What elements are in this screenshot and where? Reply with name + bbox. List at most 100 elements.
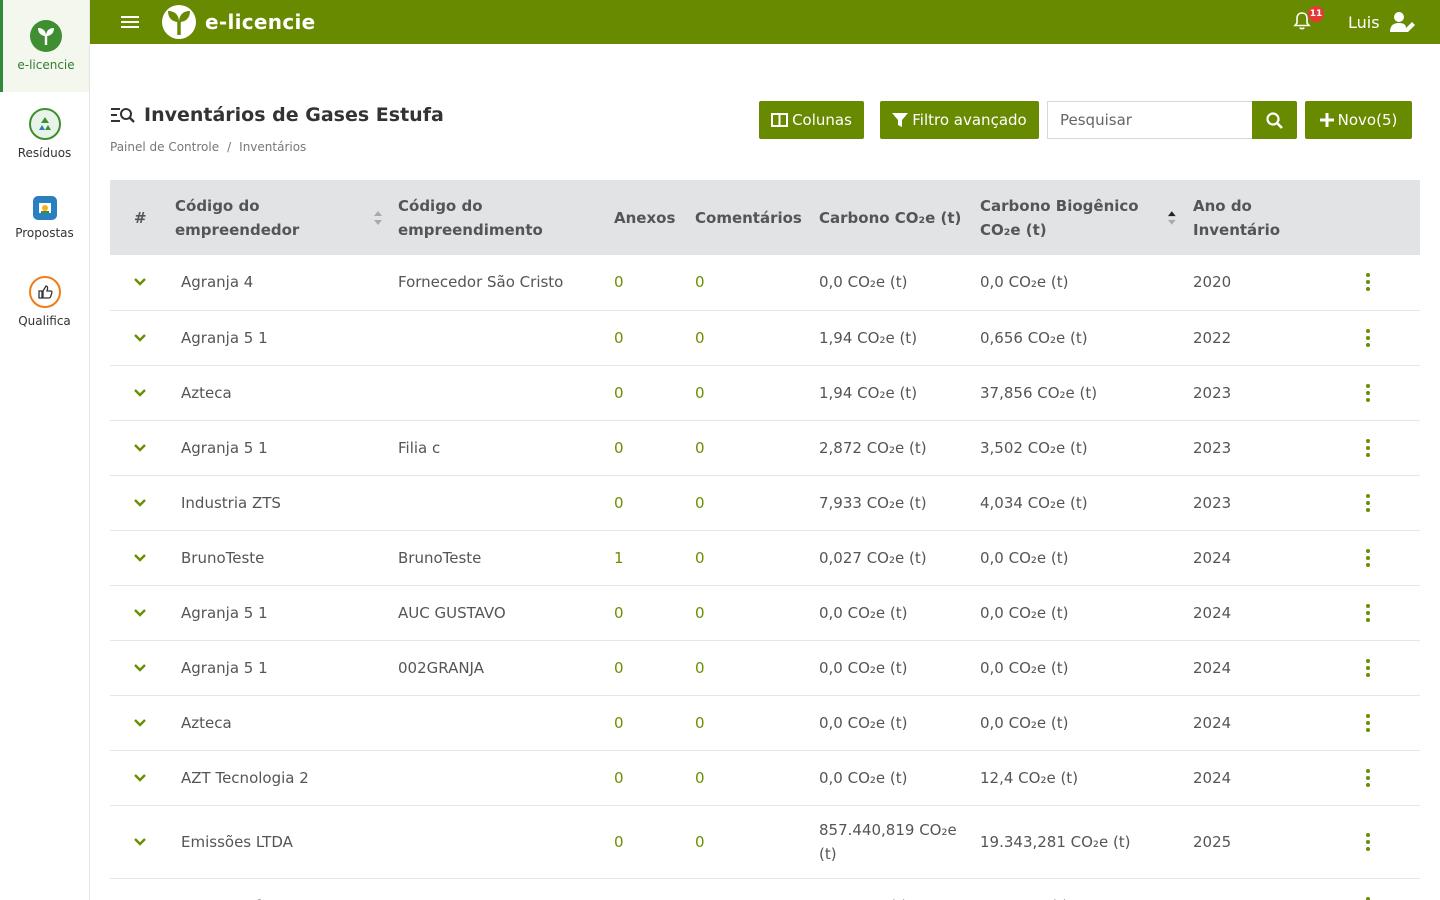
new-button[interactable]: Novo(5) — [1305, 101, 1412, 139]
cell-expand[interactable] — [110, 310, 175, 365]
advanced-filter-button[interactable]: Filtro avançado — [880, 101, 1039, 139]
table-row[interactable]: Industria ZTS 0 0 7,933 CO₂e (t) 4,034 CO₂e … — [110, 475, 1420, 530]
cell-anexos[interactable]: 0 — [614, 310, 695, 365]
cell-comentarios[interactable]: 0 — [695, 805, 819, 878]
sidebar-item-e-licencie[interactable]: e-licencie — [0, 0, 89, 92]
cell-actions[interactable] — [1353, 310, 1420, 365]
cell-expand[interactable] — [110, 420, 175, 475]
chevron-down-icon[interactable] — [134, 388, 146, 397]
cell-comentarios[interactable]: 0 — [695, 585, 819, 640]
brand-logo[interactable]: e-licencie — [161, 4, 316, 40]
sidebar-item-residuos[interactable]: Resíduos — [0, 92, 89, 176]
cell-comentarios[interactable]: 0 — [695, 255, 819, 310]
chevron-down-icon[interactable] — [134, 278, 146, 286]
cell-actions[interactable] — [1353, 255, 1420, 310]
cell-anexos[interactable]: 0 — [614, 695, 695, 750]
more-options-icon[interactable] — [1363, 383, 1373, 402]
cell-expand[interactable] — [110, 878, 175, 900]
more-options-icon[interactable] — [1363, 493, 1373, 512]
chevron-down-icon[interactable] — [134, 773, 146, 782]
cell-comentarios[interactable]: 0 — [695, 475, 819, 530]
cell-expand[interactable] — [110, 750, 175, 805]
cell-comentarios[interactable]: 0 — [695, 695, 819, 750]
chevron-down-icon[interactable] — [134, 443, 146, 452]
sort-icon[interactable] — [373, 210, 383, 226]
column-header-carbono[interactable]: Carbono CO₂e (t) — [819, 180, 980, 255]
column-header-biogenico[interactable]: Carbono Biogênico CO₂e (t) — [980, 180, 1183, 255]
cell-comentarios[interactable]: 0 — [695, 310, 819, 365]
cell-comentarios[interactable]: 0 — [695, 420, 819, 475]
cell-actions[interactable] — [1353, 365, 1420, 420]
cell-actions[interactable] — [1353, 640, 1420, 695]
sort-descending-icon[interactable] — [1167, 210, 1177, 226]
cell-expand[interactable] — [110, 585, 175, 640]
more-options-icon[interactable] — [1363, 658, 1373, 677]
cell-anexos[interactable]: 1 — [614, 530, 695, 585]
cell-expand[interactable] — [110, 530, 175, 585]
cell-actions[interactable] — [1353, 750, 1420, 805]
more-options-icon[interactable] — [1363, 438, 1373, 457]
column-header-comentarios[interactable]: Comentários — [695, 180, 819, 255]
breadcrumb-home-link[interactable]: Painel de Controle — [110, 140, 219, 154]
chevron-down-icon[interactable] — [134, 837, 146, 846]
cell-expand[interactable] — [110, 365, 175, 420]
table-row[interactable]: Agranja 5 1 AUC GUSTAVO 0 0 0,0 CO₂e (t) 0,0 … — [110, 585, 1420, 640]
sidebar-item-qualifica[interactable]: Qualifica — [0, 260, 89, 344]
more-options-icon[interactable] — [1363, 328, 1373, 347]
cell-comentarios[interactable]: 0 — [695, 365, 819, 420]
sidebar-item-propostas[interactable]: Propostas — [0, 176, 89, 260]
more-options-icon[interactable] — [1363, 896, 1373, 900]
cell-actions[interactable] — [1353, 695, 1420, 750]
chevron-down-icon[interactable] — [134, 553, 146, 562]
search-input[interactable] — [1047, 101, 1253, 139]
table-row[interactable]: Agranja 5 1 002GRANJA 0 0 0,0 CO₂e (t) 0,0 CO… — [110, 640, 1420, 695]
more-options-icon[interactable] — [1363, 832, 1373, 851]
column-header-ano[interactable]: Ano do Inventário — [1183, 180, 1353, 255]
cell-actions[interactable] — [1353, 475, 1420, 530]
cell-anexos[interactable]: 0 — [614, 878, 695, 900]
cell-actions[interactable] — [1353, 805, 1420, 878]
cell-anexos[interactable]: 0 — [614, 420, 695, 475]
column-header-empreendedor[interactable]: Código do empreendedor — [175, 180, 392, 255]
more-options-icon[interactable] — [1363, 548, 1373, 567]
table-row[interactable]: Azteca 0 0 0,0 CO₂e (t) 0,0 CO₂e (t) 2024 — [110, 695, 1420, 750]
search-button[interactable] — [1252, 101, 1297, 139]
cell-anexos[interactable]: 0 — [614, 365, 695, 420]
table-row[interactable]: Agranja 5 1 0 0 1,94 CO₂e (t) 0,656 CO₂e (t)… — [110, 310, 1420, 365]
cell-anexos[interactable]: 0 — [614, 750, 695, 805]
cell-expand[interactable] — [110, 475, 175, 530]
cell-comentarios[interactable]: 0 — [695, 878, 819, 900]
cell-actions[interactable] — [1353, 878, 1420, 900]
table-row[interactable]: AZT Tecnologia 2 0 0 0,0 CO₂e (t) 12,4 CO₂e … — [110, 750, 1420, 805]
more-options-icon[interactable] — [1363, 603, 1373, 622]
chevron-down-icon[interactable] — [134, 608, 146, 617]
cell-expand[interactable] — [110, 255, 175, 310]
table-row[interactable]: Azteca Software LTDA 0 0 0,0 CO₂e (t)0,0 CO… — [110, 878, 1420, 900]
table-row[interactable]: Emissões LTDA 0 0 857.440,819 CO₂e (t) 19.34… — [110, 805, 1420, 878]
chevron-down-icon[interactable] — [134, 663, 146, 672]
table-row[interactable]: Agranja 5 1 Filia c 0 0 2,872 CO₂e (t) 3,502 … — [110, 420, 1420, 475]
cell-actions[interactable] — [1353, 585, 1420, 640]
cell-actions[interactable] — [1353, 420, 1420, 475]
column-header-empreendimento[interactable]: Código do empreendimento — [392, 180, 614, 255]
cell-comentarios[interactable]: 0 — [695, 530, 819, 585]
more-options-icon[interactable] — [1363, 273, 1373, 292]
more-options-icon[interactable] — [1363, 768, 1373, 787]
user-menu[interactable]: Luis — [1348, 11, 1416, 33]
cell-anexos[interactable]: 0 — [614, 805, 695, 878]
columns-button[interactable]: Colunas — [759, 101, 864, 139]
more-options-icon[interactable] — [1363, 713, 1373, 732]
cell-expand[interactable] — [110, 695, 175, 750]
cell-expand[interactable] — [110, 640, 175, 695]
chevron-down-icon[interactable] — [134, 498, 146, 507]
cell-actions[interactable] — [1353, 530, 1420, 585]
table-row[interactable]: Azteca 0 0 1,94 CO₂e (t) 37,856 CO₂e (t) 2023 — [110, 365, 1420, 420]
chevron-down-icon[interactable] — [134, 333, 146, 342]
chevron-down-icon[interactable] — [134, 718, 146, 727]
cell-expand[interactable] — [110, 805, 175, 878]
column-header-anexos[interactable]: Anexos — [614, 180, 695, 255]
menu-icon[interactable] — [121, 13, 139, 31]
cell-comentarios[interactable]: 0 — [695, 750, 819, 805]
cell-comentarios[interactable]: 0 — [695, 640, 819, 695]
cell-anexos[interactable]: 0 — [614, 585, 695, 640]
